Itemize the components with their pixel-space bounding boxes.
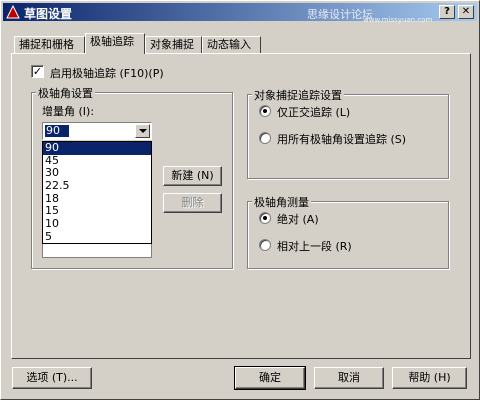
relative-label[interactable]: 相对上一段 (R) [277,238,352,254]
help-button[interactable]: 帮助 (H) [392,367,467,389]
all-angles-label[interactable]: 用所有极轴角设置追踪 (S) [277,131,406,147]
all-angles-radio[interactable] [259,132,271,144]
options-button[interactable]: 选项 (T)... [12,367,92,389]
cancel-button[interactable]: 取消 [314,367,384,389]
ok-button[interactable]: 确定 [234,366,306,390]
autocad-app-icon [6,5,20,19]
absolute-radio[interactable] [259,212,271,224]
enable-polar-checkbox[interactable]: ✓ [31,65,44,78]
increment-angle-label: 增量角 (I): [42,105,95,118]
dropdown-option[interactable]: 90 [43,142,151,155]
dropdown-option[interactable]: 45 [43,154,151,168]
checkmark-icon: ✓ [32,65,43,78]
orthogonal-radio[interactable] [259,105,271,117]
tab-polar-tracking[interactable]: 极轴追踪 [85,33,145,54]
increment-angle-dropdown[interactable]: 90 45 30 22.5 18 15 10 5 [42,141,152,244]
orthogonal-label[interactable]: 仅正交追踪 (L) [277,104,350,120]
dropdown-option[interactable]: 15 [43,205,151,218]
dropdown-option[interactable]: 5 [43,230,151,244]
dropdown-option[interactable]: 22.5 [43,180,151,193]
title-bar[interactable]: 草图设置 思缘设计论坛 www.missyuan.com ? ✕ [3,3,477,24]
delete-angle-button[interactable]: 删除 [163,193,222,213]
snap-tracking-group-label: 对象捕捉追踪设置 [252,87,344,103]
relative-radio[interactable] [259,239,271,251]
additional-angles-list[interactable] [42,244,152,258]
tab-dynamic-input[interactable]: 动态输入 [202,36,261,54]
close-button[interactable]: ✕ [458,5,474,19]
increment-angle-combo[interactable]: 90 [42,122,152,140]
watermark-url: www.missyuan.com [363,16,433,24]
radio-selected-dot [263,216,267,220]
new-angle-button[interactable]: 新建 (N) [163,166,222,186]
angle-measurement-group-label: 极轴角测量 [252,194,311,210]
drafting-settings-dialog: 草图设置 思缘设计论坛 www.missyuan.com ? ✕ 捕捉和栅格 极… [0,0,480,400]
polar-angle-group-label: 极轴角设置 [36,85,95,101]
tab-object-snap[interactable]: 对象捕捉 [145,36,202,54]
absolute-label[interactable]: 绝对 (A) [277,211,319,227]
dropdown-option[interactable]: 18 [43,192,151,206]
increment-angle-value: 90 [45,125,69,137]
radio-selected-dot [263,109,267,113]
dropdown-option[interactable]: 10 [43,218,151,231]
tab-snap-grid[interactable]: 捕捉和栅格 [14,36,85,54]
polar-tracking-panel: ✓ 启用极轴追踪 (F10)(P) 极轴角设置 增量角 (I): 90 90 4… [11,53,471,359]
help-title-button[interactable]: ? [439,5,455,19]
dialog-title: 草图设置 [24,7,73,21]
chevron-down-icon[interactable] [135,124,150,138]
enable-polar-label[interactable]: 启用极轴追踪 (F10)(P) [50,65,164,81]
